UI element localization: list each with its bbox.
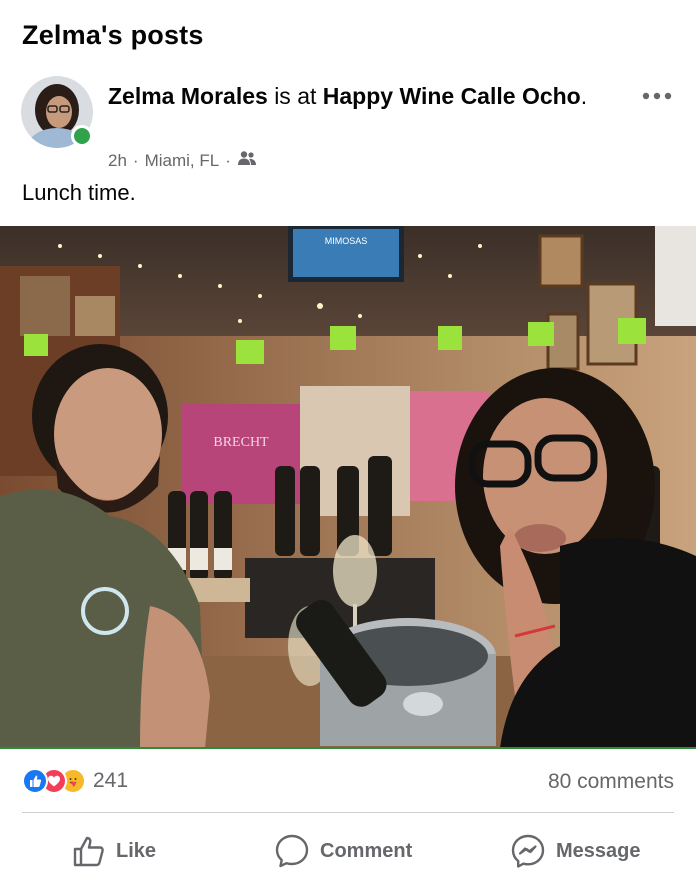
thumbs-up-icon: [73, 836, 104, 867]
author-name-link[interactable]: Zelma Morales: [108, 83, 268, 109]
post-location[interactable]: Miami, FL: [145, 151, 220, 171]
friends-icon[interactable]: [237, 150, 257, 171]
post-meta: 2h · Miami, FL ·: [108, 150, 257, 171]
checkin-connector: is at: [274, 83, 317, 109]
post-author-line: Zelma Morales is at Happy Wine Calle Och…: [108, 80, 588, 112]
post-photo[interactable]: MIMOSAS BRECHT: [0, 226, 696, 748]
more-dots-icon: [642, 92, 672, 100]
online-status-indicator: [71, 125, 93, 147]
message-label: Message: [556, 839, 641, 862]
period: .: [580, 83, 588, 109]
separator-dot: ·: [132, 150, 139, 170]
photo-divider: [0, 747, 696, 749]
post-text: Lunch time.: [22, 180, 136, 205]
like-label: Like: [116, 839, 157, 862]
like-button[interactable]: Like: [72, 826, 156, 876]
separator-dot: ·: [225, 150, 231, 170]
actions-divider: [22, 812, 674, 813]
wine-box-label: BRECHT: [213, 435, 269, 450]
comments-count-link[interactable]: 80 comments: [548, 770, 674, 794]
message-button[interactable]: Message: [510, 826, 641, 876]
page-title: Zelma's posts: [22, 20, 204, 50]
like-icon: [22, 768, 48, 794]
more-options-button[interactable]: [640, 84, 674, 108]
comment-button[interactable]: Comment: [274, 826, 412, 876]
reaction-count: 241: [93, 769, 129, 792]
reactions-summary[interactable]: 241: [22, 768, 128, 794]
messenger-icon: [511, 834, 545, 868]
comment-bubble-icon: [275, 834, 309, 868]
tv-screen-text: MIMOSAS: [325, 236, 368, 246]
post-time[interactable]: 2h: [108, 151, 127, 171]
place-link[interactable]: Happy Wine Calle Ocho: [323, 83, 581, 109]
comment-label: Comment: [320, 839, 413, 862]
post-action-bar: Like Comment Message: [0, 826, 696, 876]
